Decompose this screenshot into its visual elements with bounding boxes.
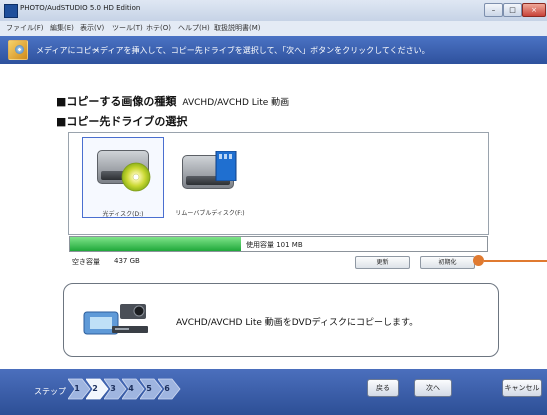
drive-label-optical: 光ディスク(D:) [102,211,144,218]
window-title-bar: PHOTO/AudSTUDIO 5.0 HD Edition – □ × [0,0,547,21]
drive-select-heading: ■コピー先ドライブの選択 [56,115,188,128]
menu-edit[interactable]: 編集(E) [50,23,74,33]
step-1-number: 1 [74,384,80,393]
close-button[interactable]: × [522,3,546,17]
minimize-icon: – [491,6,496,14]
maximize-button[interactable]: □ [503,3,522,17]
cancel-button[interactable]: キャンセル [502,379,542,397]
next-button-label: 次へ [426,384,440,392]
message-text: AVCHD/AVCHD Lite 動画をDVDディスクにコピーします。 [176,318,419,328]
back-button[interactable]: 戻る [367,379,399,397]
step-2-number: 2 [92,384,98,393]
image-type-value: AVCHD/AVCHD Lite 動画 [182,98,290,108]
menu-bar: ファイル(F) 編集(E) 表示(V) ツール(T) ホテ(O) ヘルプ(H) … [0,21,547,37]
step-3-number: 3 [110,384,116,393]
close-icon: × [531,6,537,14]
menu-manual[interactable]: 取扱説明書(M) [214,23,261,33]
free-capacity-label: 空き容量 [72,258,100,266]
app-icon [4,4,18,18]
minimize-button[interactable]: – [484,3,503,17]
image-type-heading: ■コピーする画像の種類 AVCHD/AVCHD Lite 動画 [56,93,289,109]
banner-step-title: メディアにコピー [36,46,100,55]
capacity-bar-fill [70,237,241,251]
maximize-icon: □ [509,6,516,14]
refresh-button-label: 更新 [376,259,389,266]
callout-marker [473,255,484,266]
copy-to-media-icon [8,40,28,60]
menu-view[interactable]: 表示(V) [80,23,104,33]
step-6-number: 6 [164,384,170,393]
refresh-button[interactable]: 更新 [355,256,410,269]
step-banner: メディアにコピー メディアを挿入して、コピー先ドライブを選択して、「次へ」ボタン… [0,36,547,64]
step-4-number: 4 [128,384,134,393]
step-6: 6 [158,377,182,401]
cancel-button-label: キャンセル [504,384,540,392]
used-capacity-label: 使用容量 101 MB [246,241,303,249]
disc-icon [121,162,151,192]
callout-line [484,260,547,262]
free-capacity-value: 437 GB [114,257,140,265]
drive-label-removable: リムーバブルディスク(F:) [175,210,245,217]
back-button-label: 戻る [376,384,390,392]
drive-item-removable[interactable]: リムーバブルディスク(F:) [170,137,250,217]
window-title: PHOTO/AudSTUDIO 5.0 HD Edition [20,4,141,12]
menu-tools[interactable]: ツール(T) [112,23,143,33]
menu-help[interactable]: ヘルプ(H) [178,23,210,33]
initialize-button-label: 初期化 [438,259,457,266]
sd-card-icon [215,151,237,181]
initialize-button[interactable]: 初期化 [420,256,475,269]
step-label: ステップ [34,387,66,396]
drive-item-optical[interactable]: 光ディスク(D:) [82,137,164,218]
camera-to-disc-icon [83,304,148,335]
image-type-heading-label: ■コピーする画像の種類 [56,95,177,108]
next-button[interactable]: 次へ [414,379,452,397]
banner-instruction: メディアを挿入して、コピー先ドライブを選択して、「次へ」ボタンをクリックしてくだ… [92,46,430,55]
step-5-number: 5 [146,384,152,393]
menu-photo[interactable]: ホテ(O) [146,23,171,33]
menu-file[interactable]: ファイル(F) [6,23,44,33]
